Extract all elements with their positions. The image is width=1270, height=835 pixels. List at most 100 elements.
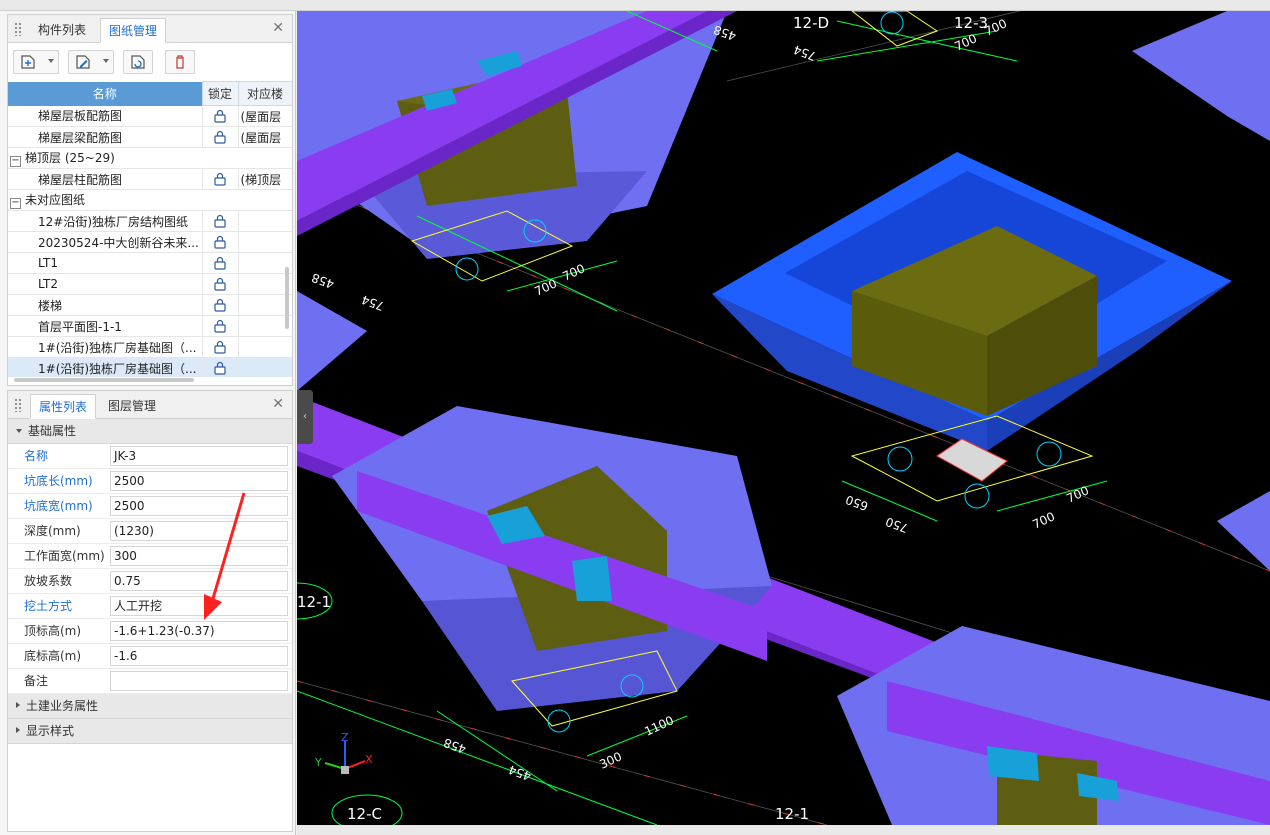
lock-cell[interactable] bbox=[202, 294, 239, 316]
drawing-row[interactable]: 梯屋层板配筋图 (屋面层 bbox=[8, 105, 292, 127]
property-value-field[interactable]: 2500 bbox=[110, 471, 288, 491]
3d-viewport[interactable]: 12-D 12-3 12-1 12-C 12-1 458 754 700 700… bbox=[297, 11, 1270, 825]
pit-top-right[interactable] bbox=[1132, 11, 1270, 141]
property-value-field[interactable] bbox=[110, 671, 288, 691]
lock-icon[interactable] bbox=[213, 298, 227, 312]
property-value-field[interactable]: (1230) bbox=[110, 521, 288, 541]
floor-cell bbox=[238, 252, 292, 274]
tab-component-list[interactable]: 构件列表 bbox=[30, 18, 94, 43]
drawing-row[interactable]: 12#沿街)独栋厂房结构图纸 bbox=[8, 210, 292, 232]
section-label: 显示样式 bbox=[26, 724, 75, 738]
lock-icon[interactable] bbox=[213, 109, 227, 123]
collapse-toggle-icon[interactable]: − bbox=[10, 156, 21, 167]
3d-scene[interactable]: 12-D 12-3 12-1 12-C 12-1 458 754 700 700… bbox=[297, 11, 1270, 825]
pit-lower-left[interactable] bbox=[332, 406, 772, 711]
delete-drawing-button[interactable] bbox=[165, 50, 195, 74]
tab-layer-management[interactable]: 图层管理 bbox=[100, 394, 164, 419]
drag-grip-icon[interactable] bbox=[14, 398, 22, 412]
drawing-row[interactable]: − 未对应图纸 bbox=[8, 189, 292, 211]
drawing-name-cell[interactable]: 梯屋层柱配筋图 bbox=[8, 168, 203, 190]
drawing-name-cell[interactable]: − 梯顶层 (25~29) bbox=[8, 147, 292, 169]
drawing-name-cell[interactable]: − 未对应图纸 bbox=[8, 189, 292, 211]
edit-drawing-button[interactable] bbox=[68, 50, 114, 74]
drawing-name: 梯顶层 (25~29) bbox=[25, 151, 115, 165]
dimension-label: 458 bbox=[712, 22, 738, 43]
property-value-field[interactable]: 0.75 bbox=[110, 571, 288, 591]
property-value-field[interactable]: JK-3 bbox=[110, 446, 288, 466]
section-civil-properties[interactable]: 土建业务属性 bbox=[8, 694, 292, 719]
tab-property-list[interactable]: 属性列表 bbox=[30, 394, 97, 419]
dimension-label: 754 bbox=[360, 292, 386, 313]
lock-cell[interactable] bbox=[202, 273, 239, 295]
drawing-row[interactable]: 梯屋层梁配筋图 (屋面层 bbox=[8, 126, 292, 148]
collapse-panel-handle[interactable]: ‹ bbox=[297, 390, 313, 444]
drag-grip-icon[interactable] bbox=[14, 22, 22, 36]
floor-cell: (梯顶层 bbox=[238, 168, 292, 190]
axis-gizmo[interactable]: Z Y X bbox=[314, 731, 373, 774]
drawing-row[interactable]: LT1 bbox=[8, 252, 292, 274]
property-value-field[interactable]: -1.6 bbox=[110, 646, 288, 666]
lock-icon[interactable] bbox=[213, 277, 227, 291]
lock-cell[interactable] bbox=[202, 210, 239, 232]
drawing-name-cell[interactable]: 梯屋层梁配筋图 bbox=[8, 126, 203, 148]
lock-icon[interactable] bbox=[213, 214, 227, 228]
drawing-row[interactable]: 1#(沿街)独栋厂房基础图（... bbox=[8, 336, 292, 358]
collapse-toggle-icon[interactable]: − bbox=[10, 198, 21, 209]
lock-cell[interactable] bbox=[202, 336, 239, 358]
pit-center-selected[interactable] bbox=[712, 152, 1232, 451]
drawing-name-cell[interactable]: 20230524-中大创新谷未来... bbox=[8, 231, 203, 253]
lock-icon[interactable] bbox=[213, 340, 227, 354]
drawing-row[interactable]: 楼梯 bbox=[8, 294, 292, 316]
refresh-drawing-button[interactable] bbox=[123, 50, 153, 74]
close-icon[interactable]: ✕ bbox=[272, 396, 284, 412]
dimension-label: 650 bbox=[844, 492, 870, 513]
pile-marker bbox=[880, 11, 904, 35]
tab-drawing-management[interactable]: 图纸管理 bbox=[100, 18, 167, 43]
section-basic-properties[interactable]: 基础属性 bbox=[8, 419, 292, 444]
drawing-name-cell[interactable]: 1#(沿街)独栋厂房基础图（... bbox=[8, 336, 203, 358]
lock-icon[interactable] bbox=[213, 130, 227, 144]
lock-cell[interactable] bbox=[202, 105, 239, 127]
lock-icon[interactable] bbox=[213, 361, 227, 375]
drawing-row[interactable]: 1#(沿街)独栋厂房基础图（... bbox=[8, 357, 292, 377]
property-value-field[interactable]: 300 bbox=[110, 546, 288, 566]
drawing-name-cell[interactable]: LT2 bbox=[8, 273, 203, 295]
pile-marker bbox=[964, 483, 990, 509]
drawing-name-cell[interactable]: 梯屋层板配筋图 bbox=[8, 105, 203, 127]
top-strip bbox=[0, 0, 1270, 11]
scrollbar-vertical[interactable] bbox=[285, 267, 289, 329]
lock-cell[interactable] bbox=[202, 315, 239, 337]
drawing-name-cell[interactable]: 首层平面图-1-1 bbox=[8, 315, 203, 337]
drawing-name-cell[interactable]: 12#沿街)独栋厂房结构图纸 bbox=[8, 210, 203, 232]
column-header-floor[interactable]: 对应楼 bbox=[237, 81, 292, 106]
drawing-row[interactable]: 20230524-中大创新谷未来... bbox=[8, 231, 292, 253]
property-value-field[interactable]: -1.6+1.23(-0.37) bbox=[110, 621, 288, 641]
drawing-row[interactable]: 首层平面图-1-1 bbox=[8, 315, 292, 337]
drawing-row[interactable]: − 梯顶层 (25~29) bbox=[8, 147, 292, 169]
lock-cell[interactable] bbox=[202, 168, 239, 190]
section-display-style[interactable]: 显示样式 bbox=[8, 719, 292, 744]
lock-icon[interactable] bbox=[213, 235, 227, 249]
column-header-lock[interactable]: 锁定 bbox=[201, 81, 239, 106]
scrollbar-horizontal[interactable] bbox=[14, 378, 194, 382]
drawing-row[interactable]: LT2 bbox=[8, 273, 292, 295]
lock-cell[interactable] bbox=[202, 252, 239, 274]
property-value-field[interactable]: 2500 bbox=[110, 496, 288, 516]
pit-left-mid[interactable] bbox=[297, 291, 367, 391]
lock-cell[interactable] bbox=[202, 126, 239, 148]
lock-cell[interactable] bbox=[202, 357, 239, 377]
close-icon[interactable]: ✕ bbox=[272, 20, 284, 36]
floor-cell: (屋面层 bbox=[238, 126, 292, 148]
drawing-name-cell[interactable]: 1#(沿街)独栋厂房基础图（... bbox=[8, 357, 203, 377]
lock-icon[interactable] bbox=[213, 319, 227, 333]
drawing-name-cell[interactable]: 楼梯 bbox=[8, 294, 203, 316]
property-value-field[interactable]: 人工开挖 bbox=[110, 596, 288, 616]
lock-cell[interactable] bbox=[202, 231, 239, 253]
lock-icon[interactable] bbox=[213, 172, 227, 186]
lock-icon[interactable] bbox=[213, 256, 227, 270]
pit-right-edge[interactable] bbox=[1217, 491, 1270, 571]
column-header-name[interactable]: 名称 bbox=[8, 81, 203, 106]
drawing-row[interactable]: 梯屋层柱配筋图 (梯顶层 bbox=[8, 168, 292, 190]
add-drawing-button[interactable] bbox=[13, 50, 59, 74]
drawing-name-cell[interactable]: LT1 bbox=[8, 252, 203, 274]
